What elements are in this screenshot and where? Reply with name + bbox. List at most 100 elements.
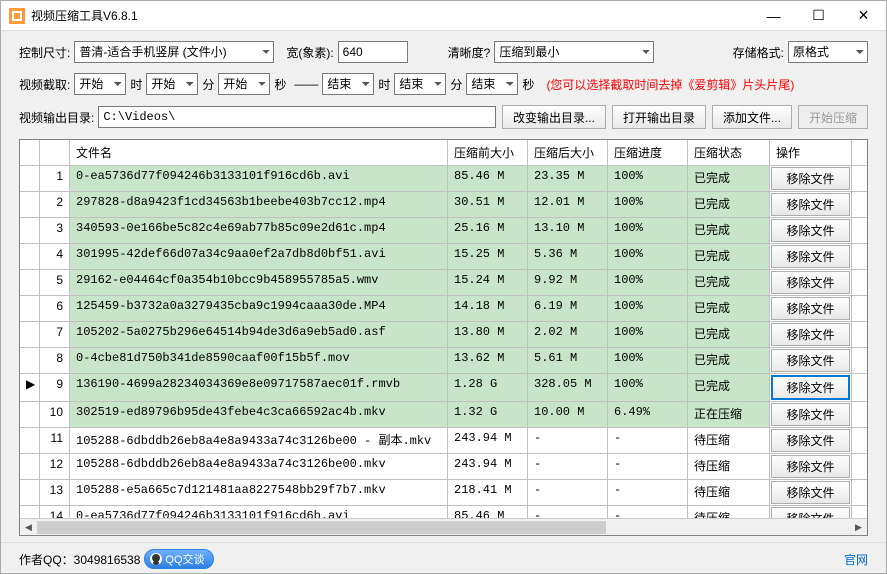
cell-status: 已完成 [688,166,770,191]
cell-before: 243.94 M [448,454,528,479]
remove-file-button[interactable]: 移除文件 [771,245,850,268]
row-number: 3 [40,218,70,243]
cell-filename: 0-4cbe81d750b341de8590caaf00f15b5f.mov [70,348,448,373]
width-input[interactable] [338,41,408,63]
table-row[interactable]: 3340593-0e166be5c82c4e69ab77b85c09e2d61c… [20,218,867,244]
cell-filename: 105288-6dbddb26eb8a4e8a9433a74c3126be00.… [70,454,448,479]
remove-file-button[interactable]: 移除文件 [771,481,850,504]
table-row[interactable]: 13105288-e5a665c7d121481aa8227548bb29f7b… [20,480,867,506]
label-format: 存储格式: [733,44,784,61]
change-outdir-button[interactable]: 改变输出目录... [502,105,606,129]
table-row[interactable]: 80-4cbe81d750b341de8590caaf00f15b5f.mov1… [20,348,867,374]
outdir-input[interactable] [98,106,496,128]
cell-before: 13.80 M [448,322,528,347]
cell-status: 待压缩 [688,506,770,518]
table-row[interactable]: 10-ea5736d77f094246b3133101f916cd6b.avi8… [20,166,867,192]
row-number: 6 [40,296,70,321]
start-min-select[interactable]: 开始 [146,73,198,95]
col-after[interactable]: 压缩后大小 [528,140,608,165]
cell-progress: - [608,506,688,518]
clarity-select[interactable]: 压缩到最小 [494,41,654,63]
col-filename[interactable]: 文件名 [70,140,448,165]
table-row[interactable]: ▶9136190-4699a28234034369e8e09717587aec0… [20,374,867,402]
table-row[interactable]: 529162-e04464cf0a354b10bcc9b458955785a5.… [20,270,867,296]
qq-badge[interactable]: QQ交谈 [144,549,213,569]
remove-file-button[interactable]: 移除文件 [771,167,850,190]
cell-status: 待压缩 [688,454,770,479]
scroll-left-icon[interactable]: ◀ [20,519,37,536]
remove-file-button[interactable]: 移除文件 [771,271,850,294]
table-row[interactable]: 6125459-b3732a0a3279435cba9c1994caaa30de… [20,296,867,322]
table-row[interactable]: 4301995-42def66d07a34c9aa0ef2a7db8d0bf51… [20,244,867,270]
remove-file-button[interactable]: 移除文件 [771,297,850,320]
row-number: 12 [40,454,70,479]
label-clarity: 清晰度? [448,44,491,61]
table-row[interactable]: 7105202-5a0275b296e64514b94de3d6a9eb5ad0… [20,322,867,348]
cell-progress: 6.49% [608,402,688,427]
cell-before: 15.25 M [448,244,528,269]
row-number: 13 [40,480,70,505]
cell-after: - [528,454,608,479]
table-row[interactable]: 11105288-6dbddb26eb8a4e8a9433a74c3126be0… [20,428,867,454]
close-button[interactable]: ✕ [841,1,886,30]
cell-progress: - [608,480,688,505]
table-row[interactable]: 12105288-6dbddb26eb8a4e8a9433a74c3126be0… [20,454,867,480]
format-select[interactable]: 原格式 [788,41,868,63]
cell-status: 已完成 [688,218,770,243]
row-outdir: 视频输出目录: 改变输出目录... 打开输出目录 添加文件... 开始压缩 [19,105,868,129]
end-hour-select[interactable]: 结束 [322,73,374,95]
start-sec-select[interactable]: 开始 [218,73,270,95]
row-number: 11 [40,428,70,453]
titlebar: 视频压缩工具V6.8.1 — ☐ ✕ [1,1,886,31]
remove-file-button[interactable]: 移除文件 [771,429,850,452]
cell-progress: 100% [608,322,688,347]
cell-after: - [528,480,608,505]
remove-file-button[interactable]: 移除文件 [771,375,850,400]
size-select[interactable]: 普清-适合手机竖屏 (文件小) [74,41,274,63]
start-compress-button[interactable]: 开始压缩 [798,105,868,129]
label-outdir: 视频输出目录: [19,109,94,126]
row-number: 7 [40,322,70,347]
row-indicator [20,322,40,347]
col-status[interactable]: 压缩状态 [688,140,770,165]
col-progress[interactable]: 压缩进度 [608,140,688,165]
remove-file-button[interactable]: 移除文件 [771,349,850,372]
end-sec-select[interactable]: 结束 [466,73,518,95]
cell-filename: 105202-5a0275b296e64514b94de3d6a9eb5ad0.… [70,322,448,347]
cell-after: 23.35 M [528,166,608,191]
remove-file-button[interactable]: 移除文件 [771,219,850,242]
end-min-select[interactable]: 结束 [394,73,446,95]
minimize-button[interactable]: — [751,1,796,30]
open-outdir-button[interactable]: 打开输出目录 [612,105,706,129]
row-number: 14 [40,506,70,518]
remove-file-button[interactable]: 移除文件 [771,507,850,518]
start-hour-select[interactable]: 开始 [74,73,126,95]
table-row[interactable]: 140-ea5736d77f094246b3133101f916cd6b.avi… [20,506,867,518]
cell-filename: 105288-6dbddb26eb8a4e8a9433a74c3126be00 … [70,428,448,453]
cell-progress: 100% [608,374,688,401]
cell-filename: 297828-d8a9423f1cd34563b1beebe403b7cc12.… [70,192,448,217]
cell-before: 25.16 M [448,218,528,243]
table-row[interactable]: 2297828-d8a9423f1cd34563b1beebe403b7cc12… [20,192,867,218]
row-indicator [20,296,40,321]
cell-before: 85.46 M [448,166,528,191]
row-indicator [20,348,40,373]
cell-after: 6.19 M [528,296,608,321]
cell-progress: 100% [608,348,688,373]
col-op[interactable]: 操作 [770,140,852,165]
cell-filename: 29162-e04464cf0a354b10bcc9b458955785a5.w… [70,270,448,295]
horizontal-scrollbar[interactable]: ◀ ▶ [20,518,867,535]
add-file-button[interactable]: 添加文件... [712,105,792,129]
remove-file-button[interactable]: 移除文件 [771,323,850,346]
scroll-right-icon[interactable]: ▶ [850,519,867,536]
remove-file-button[interactable]: 移除文件 [771,455,850,478]
table-row[interactable]: 10302519-ed89796b95de43febe4c3ca66592ac4… [20,402,867,428]
cell-filename: 340593-0e166be5c82c4e69ab77b85c09e2d61c.… [70,218,448,243]
maximize-button[interactable]: ☐ [796,1,841,30]
col-before[interactable]: 压缩前大小 [448,140,528,165]
cell-status: 已完成 [688,192,770,217]
official-link[interactable]: 官网 [844,551,868,568]
remove-file-button[interactable]: 移除文件 [771,403,850,426]
remove-file-button[interactable]: 移除文件 [771,193,850,216]
cell-filename: 125459-b3732a0a3279435cba9c1994caaa30de.… [70,296,448,321]
